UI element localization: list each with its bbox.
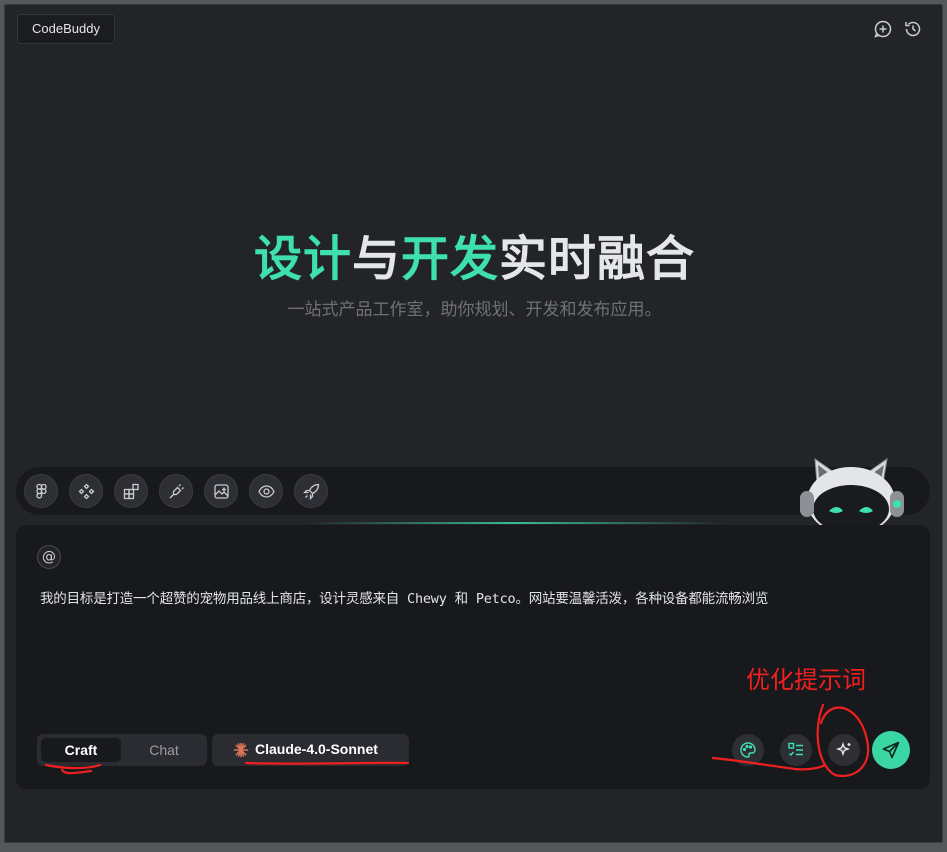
components-icon [78,483,95,500]
prompt-input-card: @ 我的目标是打造一个超赞的宠物用品线上商店，设计灵感来自 Chewy 和 Pe… [16,525,930,789]
mode-switch: Craft Chat [37,734,207,766]
deploy-rocket-icon [303,483,320,500]
hero-title-part: 开发 [401,231,500,287]
deploy-button[interactable] [294,474,328,508]
annotation-label: 优化提示词 [746,666,866,694]
plug-icon [169,484,184,499]
send-icon [882,741,900,759]
checklist-icon [788,742,803,757]
prompt-input[interactable]: 我的目标是打造一个超赞的宠物用品线上商店，设计灵感来自 Chewy 和 Petc… [40,587,920,607]
sparkle-enhance-icon [835,741,851,757]
figma-button[interactable] [24,474,58,508]
mention-button[interactable]: @ [37,545,61,569]
figma-icon [36,483,47,499]
blocks-icon [123,483,139,500]
app-window: CodeBuddy 设计与开发实时融合 一站式产品工作室，助你规划、开发和发布应… [4,4,943,843]
model-selector[interactable]: Claude-4.0-Sonnet [212,734,409,766]
model-label: Claude-4.0-Sonnet [255,741,378,757]
components-button[interactable] [69,474,103,508]
app-title-badge[interactable]: CodeBuddy [17,14,115,44]
enhance-prompt-button[interactable] [828,734,860,766]
history-icon[interactable] [903,19,923,39]
style-button[interactable] [732,734,764,766]
plugin-button[interactable] [159,474,193,508]
hero-title-part: 设计 [253,231,352,287]
tool-toolbar [16,467,930,515]
image-icon [214,484,229,499]
hero-title-part: 与 [351,231,401,287]
hero-title-part: 实时融合 [499,231,696,287]
preview-button[interactable] [249,474,283,508]
mode-tab-craft[interactable]: Craft [41,738,121,762]
mascot-robot-cat [800,457,904,527]
palette-icon [740,742,756,758]
send-button[interactable] [872,731,910,769]
blocks-button[interactable] [114,474,148,508]
plan-button[interactable] [780,734,812,766]
hero-title: 设计与开发实时融合 [5,219,944,289]
input-glow-line [305,522,725,524]
mode-tab-chat[interactable]: Chat [125,738,203,762]
image-button[interactable] [204,474,238,508]
preview-eye-icon [258,485,275,498]
new-chat-icon[interactable] [873,19,893,39]
claude-sparkle-icon [233,742,249,758]
hero-subtitle: 一站式产品工作室，助你规划、开发和发布应用。 [287,300,662,320]
